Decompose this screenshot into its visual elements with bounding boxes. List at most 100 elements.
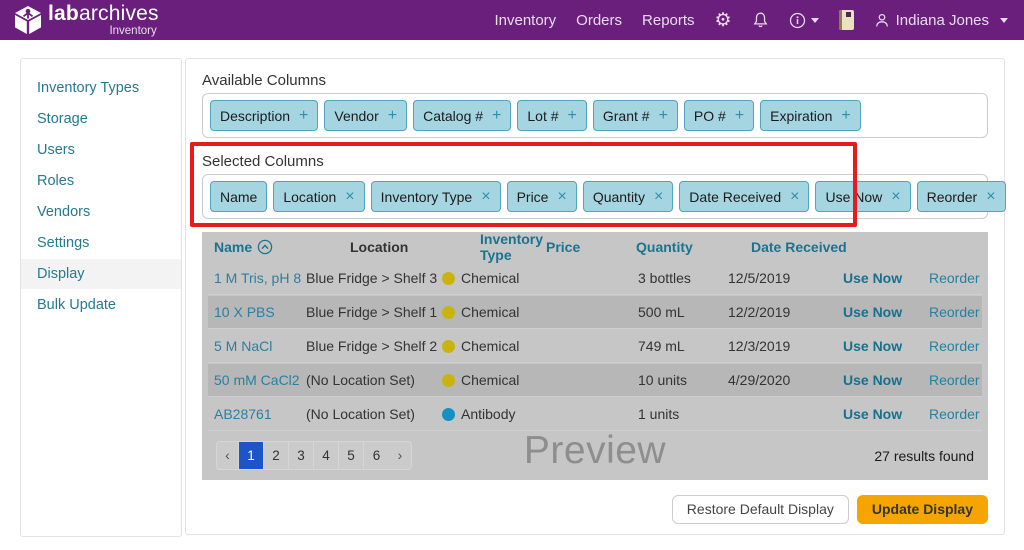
item-name-link[interactable]: AB28761 xyxy=(214,406,306,422)
selected-column-chip[interactable]: Location × xyxy=(273,181,364,212)
selected-column-chip[interactable]: Date Received × xyxy=(679,181,809,212)
selected-column-chip[interactable]: Quantity × xyxy=(583,181,673,212)
location-cell: (No Location Set) xyxy=(306,372,442,388)
use-now-link[interactable]: Use Now xyxy=(843,338,929,354)
sidebar-item[interactable]: Users xyxy=(21,135,181,165)
column-header[interactable]: Price xyxy=(546,239,636,255)
brand-logo: labarchives Inventory xyxy=(12,3,159,38)
nav-link[interactable]: Reports xyxy=(642,12,695,29)
selected-column-chip[interactable]: Use Now × xyxy=(815,181,910,212)
sidebar-item[interactable]: Vendors xyxy=(21,197,181,227)
reorder-link[interactable]: Reorder xyxy=(929,270,989,286)
inventory-type-cell: Chemical xyxy=(442,304,572,320)
reorder-link[interactable]: Reorder xyxy=(929,338,989,354)
sidebar-item[interactable]: Roles xyxy=(21,166,181,196)
date-received-cell: 12/3/2019 xyxy=(728,338,843,354)
remove-icon[interactable]: × xyxy=(986,189,995,205)
update-display-button[interactable]: Update Display xyxy=(857,495,988,524)
inventory-type-cell: Chemical xyxy=(442,338,572,354)
type-color-dot xyxy=(442,340,455,353)
page-next-button[interactable]: › xyxy=(389,442,411,469)
use-now-link[interactable]: Use Now xyxy=(843,372,929,388)
notebook-icon[interactable] xyxy=(839,10,854,30)
column-header[interactable]: Location xyxy=(350,239,480,255)
nav-link[interactable]: Orders xyxy=(576,12,622,29)
type-label: Chemical xyxy=(461,338,519,354)
remove-icon[interactable]: × xyxy=(790,189,799,205)
page-button[interactable]: 3 xyxy=(289,442,314,469)
page-button[interactable]: 5 xyxy=(339,442,364,469)
available-column-chip[interactable]: Vendor + xyxy=(324,100,407,131)
sidebar-item[interactable]: Bulk Update xyxy=(21,290,181,320)
column-header[interactable]: Quantity xyxy=(636,239,751,255)
remove-icon[interactable]: × xyxy=(891,189,900,205)
available-column-chip[interactable]: PO # + xyxy=(684,100,754,131)
sidebar-item[interactable]: Settings xyxy=(21,228,181,258)
add-icon[interactable]: + xyxy=(841,108,850,124)
page-button[interactable]: 2 xyxy=(264,442,289,469)
location-cell: Blue Fridge > Shelf 3 xyxy=(306,270,442,286)
gear-icon[interactable]: ⚙ xyxy=(715,11,732,30)
quantity-cell: 1 units xyxy=(638,406,728,422)
selected-column-chip[interactable]: Inventory Type × xyxy=(371,181,501,212)
date-received-cell: 12/5/2019 xyxy=(728,270,843,286)
chip-label: Name xyxy=(220,189,257,205)
sidebar-item[interactable]: Inventory Types xyxy=(21,73,181,103)
available-column-chip[interactable]: Expiration + xyxy=(760,100,861,131)
available-column-chip[interactable]: Description + xyxy=(210,100,318,131)
quantity-cell: 10 units xyxy=(638,372,728,388)
add-icon[interactable]: + xyxy=(568,108,577,124)
column-header[interactable]: Inventory Type xyxy=(480,231,546,263)
reorder-link[interactable]: Reorder xyxy=(929,304,989,320)
item-name-link[interactable]: 1 M Tris, pH 8 xyxy=(214,270,306,286)
preview-footer: ‹ 1 2 3 4 5 6 › xyxy=(202,432,988,479)
remove-icon[interactable]: × xyxy=(345,189,354,205)
column-header[interactable]: Name xyxy=(214,239,350,255)
column-header-label: Inventory Type xyxy=(480,231,546,263)
add-icon[interactable]: + xyxy=(492,108,501,124)
chip-label: Grant # xyxy=(603,108,650,124)
page-button[interactable]: 6 xyxy=(364,442,389,469)
selected-column-chip[interactable]: Price × xyxy=(507,181,577,212)
remove-icon[interactable]: × xyxy=(557,189,566,205)
add-icon[interactable]: + xyxy=(388,108,397,124)
add-icon[interactable]: + xyxy=(735,108,744,124)
page-button[interactable]: 1 xyxy=(239,442,264,469)
item-name-link[interactable]: 5 M NaCl xyxy=(214,338,306,354)
table-row: AB28761 (No Location Set) Antibody 1 uni… xyxy=(208,398,982,431)
use-now-link[interactable]: Use Now xyxy=(843,304,929,320)
available-column-chip[interactable]: Grant # + xyxy=(593,100,678,131)
reorder-link[interactable]: Reorder xyxy=(929,406,989,422)
item-name-link[interactable]: 10 X PBS xyxy=(214,304,306,320)
add-icon[interactable]: + xyxy=(659,108,668,124)
page-prev-button[interactable]: ‹ xyxy=(217,442,239,469)
reorder-link[interactable]: Reorder xyxy=(929,372,989,388)
add-icon[interactable]: + xyxy=(299,108,308,124)
sidebar-item[interactable]: Storage xyxy=(21,104,181,134)
info-menu[interactable] xyxy=(789,12,819,29)
user-menu[interactable]: Indiana Jones xyxy=(874,12,1008,29)
available-column-chip[interactable]: Lot # + xyxy=(517,100,586,131)
use-now-link[interactable]: Use Now xyxy=(843,270,929,286)
selected-column-chip[interactable]: Reorder × xyxy=(917,181,1006,212)
page-button[interactable]: 4 xyxy=(314,442,339,469)
selected-columns-title: Selected Columns xyxy=(202,154,988,170)
top-bar: labarchives Inventory Inventory Orders Rep… xyxy=(0,0,1024,40)
nav-link[interactable]: Inventory xyxy=(494,12,556,29)
restore-default-button[interactable]: Restore Default Display xyxy=(672,495,849,524)
available-column-chip[interactable]: Catalog # + xyxy=(413,100,511,131)
table-row: 5 M NaCl Blue Fridge > Shelf 2 Chemical … xyxy=(208,330,982,363)
info-icon xyxy=(789,12,806,29)
remove-icon[interactable]: × xyxy=(654,189,663,205)
sidebar-item[interactable]: Display xyxy=(21,259,181,289)
sort-ascending-icon[interactable] xyxy=(257,239,273,255)
remove-icon[interactable]: × xyxy=(481,189,490,205)
item-name-link[interactable]: 50 mM CaCl2 xyxy=(214,372,306,388)
bell-icon[interactable] xyxy=(752,11,769,29)
column-header[interactable]: Date Received xyxy=(751,239,847,255)
panel-actions: Restore Default Display Update Display xyxy=(202,495,988,524)
quantity-cell: 3 bottles xyxy=(638,270,728,286)
column-header-label: Quantity xyxy=(636,239,693,255)
use-now-link[interactable]: Use Now xyxy=(843,406,929,422)
selected-column-chip[interactable]: Name × xyxy=(210,181,267,212)
